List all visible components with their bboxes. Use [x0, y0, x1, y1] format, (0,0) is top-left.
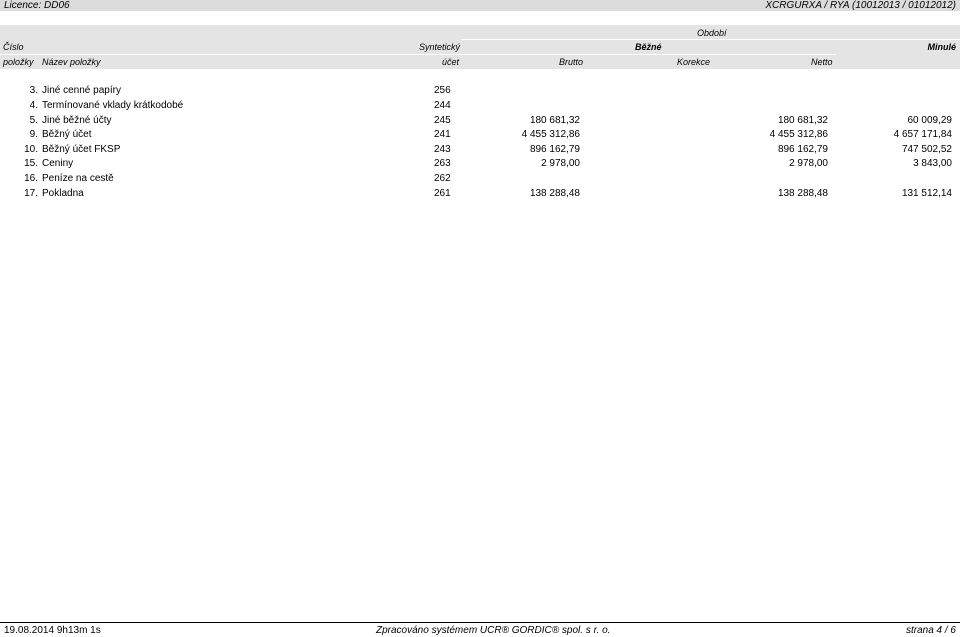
footer-page-number: strana 4 / 6 — [905, 625, 956, 636]
row-netto: 896 162,79 — [777, 144, 828, 155]
row-number: 16. — [24, 173, 38, 184]
row-name: Ceniny — [42, 158, 74, 169]
row-number: 3. — [29, 85, 38, 96]
table-row: 3. Jiné cenné papíry 256 — [0, 84, 960, 98]
row-name: Běžný účet — [42, 129, 92, 140]
footer: 19.08.2014 9h13m 1s Zpracováno systémem … — [0, 624, 960, 637]
row-account: 243 — [434, 144, 451, 155]
column-header-correction: Korekce — [677, 57, 711, 67]
row-account: 244 — [434, 100, 451, 111]
column-header-netto: Netto — [811, 57, 833, 67]
header-divider-left — [0, 54, 461, 55]
row-account: 256 — [434, 85, 451, 96]
row-netto: 180 681,32 — [777, 115, 828, 126]
row-number: 15. — [24, 158, 38, 169]
table-row: 9. Běžný účet 241 4 455 312,86 4 455 312… — [0, 128, 960, 142]
row-number: 5. — [29, 115, 38, 126]
column-header-previous: Minulé — [927, 42, 957, 52]
row-netto: 138 288,48 — [777, 188, 828, 199]
row-brutto: 180 681,32 — [529, 115, 580, 126]
row-number: 17. — [24, 188, 38, 199]
row-account: 241 — [434, 129, 451, 140]
row-name: Běžný účet FKSP — [42, 144, 121, 155]
table-row: 10. Běžný účet FKSP 243 896 162,79 896 1… — [0, 143, 960, 157]
row-account: 261 — [434, 188, 451, 199]
row-brutto: 138 288,48 — [529, 188, 580, 199]
row-account: 263 — [434, 158, 451, 169]
column-header-number: Číslo — [3, 42, 24, 52]
column-header-period: Období — [697, 28, 727, 38]
header-divider-current — [461, 54, 836, 55]
column-header-item-name: Název položky — [42, 57, 101, 67]
report-id: XCRGURXA / RYA (10012013 / 01012012) — [765, 0, 956, 11]
row-account: 262 — [434, 173, 451, 184]
table-header: Období Číslo Syntetický Běžné Minulé pol… — [0, 25, 960, 69]
column-header-brutto: Brutto — [559, 57, 584, 67]
row-name: Pokladna — [42, 188, 84, 199]
table-row: 17. Pokladna 261 138 288,48 138 288,48 1… — [0, 187, 960, 201]
row-name: Jiné cenné papíry — [42, 85, 121, 96]
top-bar: Licence: DD06 XCRGURXA / RYA (10012013 /… — [0, 0, 960, 11]
row-name: Termínované vklady krátkodobé — [42, 100, 184, 111]
row-netto: 4 455 312,86 — [769, 129, 828, 140]
row-brutto: 4 455 312,86 — [521, 129, 580, 140]
footer-divider — [0, 622, 960, 623]
column-header-current: Běžné — [635, 42, 662, 52]
row-number: 9. — [29, 129, 38, 140]
footer-processed-by: Zpracováno systémem UCR® GORDIC® spol. s… — [376, 625, 611, 636]
row-previous: 60 009,29 — [907, 115, 953, 126]
row-previous: 747 502,52 — [901, 144, 952, 155]
row-netto: 2 978,00 — [789, 158, 828, 169]
footer-timestamp: 19.08.2014 9h13m 1s — [4, 625, 101, 636]
table-row: 5. Jiné běžné účty 245 180 681,32 180 68… — [0, 114, 960, 128]
row-number: 4. — [29, 100, 38, 111]
row-name: Jiné běžné účty — [42, 115, 112, 126]
table-row: 4. Termínované vklady krátkodobé 244 — [0, 99, 960, 113]
row-name: Peníze na cestě — [42, 173, 114, 184]
column-header-items: položky — [3, 57, 34, 67]
row-account: 245 — [434, 115, 451, 126]
row-previous: 3 843,00 — [913, 158, 952, 169]
row-brutto: 2 978,00 — [541, 158, 580, 169]
row-previous: 4 657 171,84 — [893, 129, 952, 140]
column-header-synthetic: Syntetický — [419, 42, 461, 52]
table-row: 16. Peníze na cestě 262 — [0, 172, 960, 186]
header-divider-period — [461, 39, 960, 40]
licence-label: Licence: DD06 — [4, 0, 70, 11]
row-brutto: 896 162,79 — [529, 144, 580, 155]
table-row: 15. Ceniny 263 2 978,00 2 978,00 3 843,0… — [0, 157, 960, 171]
column-header-account: účet — [442, 57, 460, 67]
row-previous: 131 512,14 — [901, 188, 952, 199]
row-number: 10. — [24, 144, 38, 155]
